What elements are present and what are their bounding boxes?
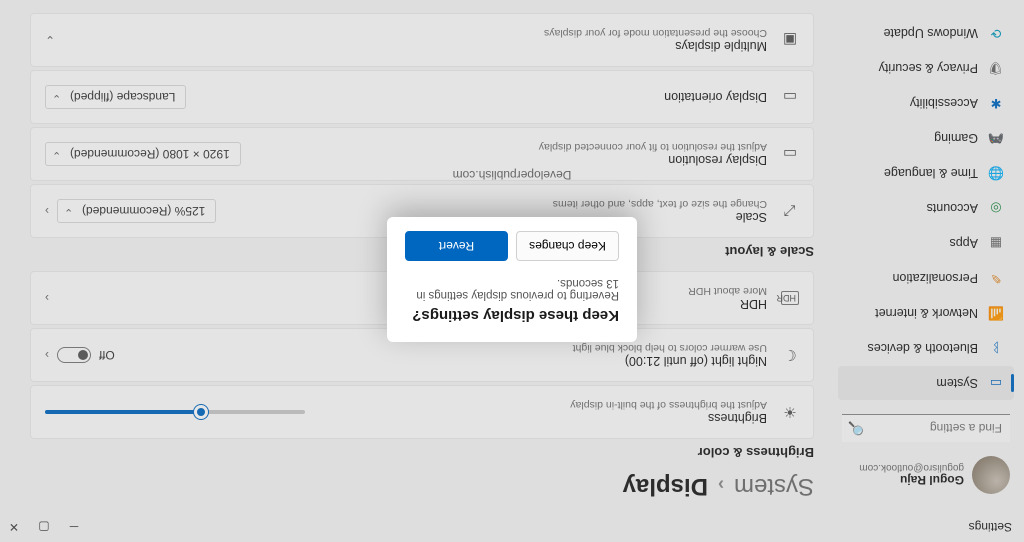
keep-changes-button[interactable]: Keep changes xyxy=(516,231,619,261)
revert-button[interactable]: Revert xyxy=(405,231,508,261)
keep-settings-dialog: Keep these display settings? Reverting t… xyxy=(387,217,637,342)
dialog-title: Keep these display settings? xyxy=(405,307,619,324)
dialog-message: Reverting to previous display settings i… xyxy=(405,277,619,301)
